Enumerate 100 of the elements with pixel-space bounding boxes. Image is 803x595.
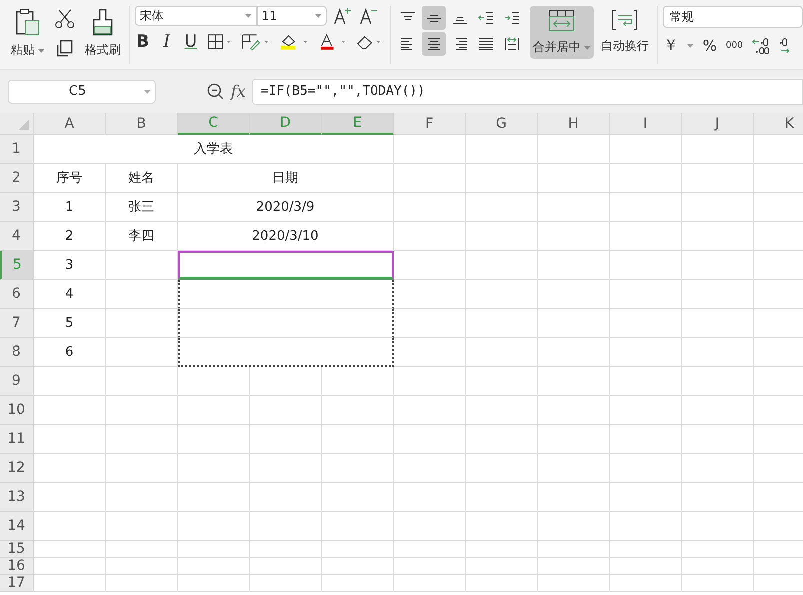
table-cell [394, 541, 466, 558]
table-cell: 2020/3/10 [178, 222, 394, 251]
column-header[interactable]: J [682, 113, 754, 135]
row-header[interactable]: 10 [0, 396, 34, 425]
merge-center-button[interactable]: 合并居中 [530, 6, 594, 59]
cell-style-icon[interactable] [240, 33, 270, 51]
column-header[interactable]: I [610, 113, 682, 135]
caret-icon[interactable] [686, 44, 694, 48]
table-cell [538, 309, 610, 338]
column-header[interactable]: B [106, 113, 178, 135]
thousands-separator-button[interactable]: 000 [726, 40, 744, 50]
row-header[interactable]: 14 [0, 512, 34, 541]
align-center-button[interactable] [422, 32, 446, 56]
table-cell [610, 251, 682, 280]
table-cell [610, 512, 682, 541]
table-cell [394, 135, 466, 164]
row-header[interactable]: 16 [0, 558, 34, 575]
italic-button[interactable]: I [158, 32, 175, 52]
table-cell [106, 512, 178, 541]
grow-font-icon[interactable] [332, 7, 353, 25]
name-box[interactable]: C5 [8, 80, 156, 104]
format-painter-button[interactable]: 格式刷 [82, 6, 124, 61]
row-header[interactable]: 4 [0, 222, 34, 251]
shrink-font-icon[interactable] [358, 7, 379, 25]
wrap-text-button[interactable]: 自动换行 [598, 6, 652, 57]
align-middle-button[interactable] [422, 6, 446, 30]
table-cell [34, 367, 106, 396]
table-cell [610, 309, 682, 338]
table-cell [250, 558, 322, 575]
column-header[interactable]: K [754, 113, 803, 135]
table-cell [466, 251, 538, 280]
bold-button[interactable]: B [134, 32, 151, 52]
table-cell [682, 483, 754, 512]
table-cell [466, 164, 538, 193]
table-cell [394, 367, 466, 396]
row-header[interactable]: 9 [0, 367, 34, 396]
table-cell [34, 541, 106, 558]
table-cell [610, 164, 682, 193]
column-header[interactable]: G [466, 113, 538, 135]
table-cell [250, 367, 322, 396]
table-cell: 张三 [106, 193, 178, 222]
font-name-dropdown[interactable]: 宋体 [134, 6, 257, 26]
table-cell [610, 558, 682, 575]
increase-decimal-icon[interactable] [751, 36, 772, 54]
row-header[interactable]: 2 [0, 164, 34, 193]
table-cell [394, 338, 466, 367]
fill-color-icon[interactable] [278, 33, 310, 51]
row-header[interactable]: 7 [0, 309, 34, 338]
row-header[interactable]: 6 [0, 280, 34, 309]
table-cell [178, 541, 250, 558]
table-cell [538, 396, 610, 425]
table-cell [394, 309, 466, 338]
table-cell [34, 454, 106, 483]
percent-button[interactable]: % [702, 36, 718, 54]
table-cell [34, 558, 106, 575]
zoom-icon[interactable] [207, 82, 225, 100]
table-cell [466, 396, 538, 425]
currency-button[interactable]: ￥ [662, 36, 679, 55]
table-cell [682, 425, 754, 454]
table-cell [466, 512, 538, 541]
underline-button[interactable]: U [182, 32, 199, 52]
row-header[interactable]: 1 [0, 135, 34, 164]
table-cell: 入学表 [34, 135, 394, 164]
row-header[interactable]: 12 [0, 454, 34, 483]
formula-field[interactable]: =IF(B5="","",TODAY()) [252, 78, 803, 104]
table-cell [466, 222, 538, 251]
table-cell [466, 575, 538, 592]
table-cell [106, 396, 178, 425]
table-cell [610, 454, 682, 483]
row-header[interactable]: 3 [0, 193, 34, 222]
table-cell [682, 251, 754, 280]
clipboard-icon [14, 8, 42, 38]
table-cell [610, 425, 682, 454]
table-cell [34, 575, 106, 592]
table-cell [610, 338, 682, 367]
column-header[interactable]: A [34, 113, 106, 135]
borders-icon[interactable] [206, 33, 233, 51]
table-cell [178, 396, 250, 425]
number-format-dropdown[interactable]: 常规 [662, 6, 803, 28]
row-header[interactable]: 17 [0, 575, 34, 592]
table-cell [322, 425, 394, 454]
scissors-icon[interactable] [54, 9, 76, 29]
column-header[interactable]: H [538, 113, 610, 135]
insert-function-button[interactable]: fx [231, 82, 246, 101]
column-header[interactable]: F [394, 113, 466, 135]
table-cell [250, 575, 322, 592]
align-justify-icon [478, 37, 494, 51]
table-cell: 5 [34, 309, 106, 338]
table-cell [394, 396, 466, 425]
row-header[interactable]: 15 [0, 541, 34, 558]
copy-icon[interactable] [55, 39, 75, 59]
table-cell [394, 483, 466, 512]
table-cell [466, 541, 538, 558]
row-header[interactable]: 13 [0, 483, 34, 512]
align-distributed-icon [504, 37, 520, 51]
paste-button[interactable]: 粘贴 [8, 6, 48, 61]
row-header[interactable]: 11 [0, 425, 34, 454]
font-size-dropdown[interactable]: 11 [256, 6, 327, 26]
table-cell [106, 558, 178, 575]
row-header[interactable]: 8 [0, 338, 34, 367]
